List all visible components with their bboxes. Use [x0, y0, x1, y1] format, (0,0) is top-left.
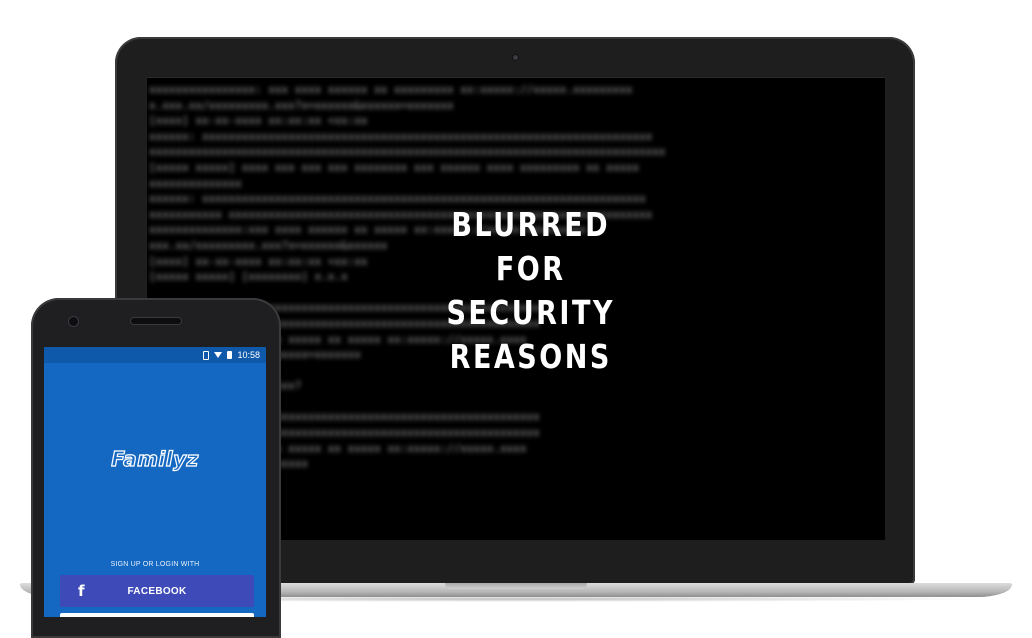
battery-icon: [227, 351, 233, 359]
status-bar: 10:58: [44, 347, 266, 363]
status-time: 10:58: [237, 350, 260, 360]
signup-label: SIGN UP OR LOGIN WITH: [110, 561, 200, 568]
wifi-icon: [214, 352, 223, 358]
secondary-login-button[interactable]: [60, 613, 254, 617]
vibrate-icon: [203, 350, 210, 360]
blurred-notice-line: BLURRED: [451, 205, 611, 244]
phone-front-camera: [69, 317, 78, 326]
phone-screen: 10:58 Familyz SIGN UP OR LOGIN WITH f FA…: [44, 347, 266, 617]
laptop-hinge-notch: [445, 583, 587, 589]
phone-speaker: [131, 318, 181, 324]
app-logo: Familyz: [111, 446, 199, 471]
facebook-login-label: FACEBOOK: [127, 585, 187, 597]
blurred-notice-line: FOR: [496, 249, 566, 288]
facebook-login-button[interactable]: f FACEBOOK: [60, 575, 254, 607]
blurred-notice-line: SECURITY: [446, 293, 616, 332]
laptop-camera: [513, 55, 518, 60]
blurred-notice-line: REASONS: [449, 337, 613, 376]
blurred-notice: BLURRED FOR SECURITY REASONS: [447, 203, 615, 379]
facebook-icon: f: [78, 582, 85, 600]
